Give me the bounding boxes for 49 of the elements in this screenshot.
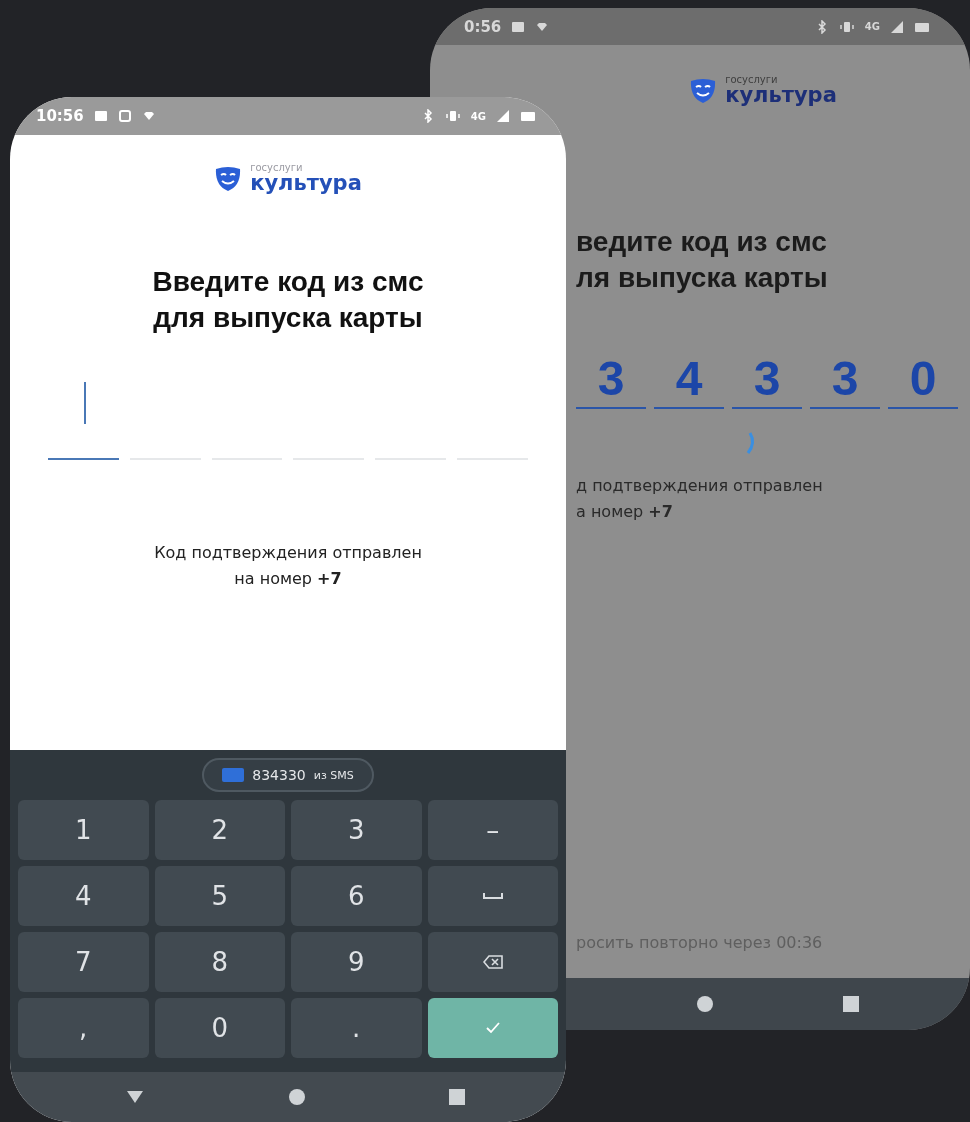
space-icon xyxy=(482,892,503,900)
key[interactable]: . xyxy=(291,998,422,1058)
key[interactable]: 8 xyxy=(154,932,285,992)
key[interactable]: 3 xyxy=(291,800,422,860)
heading-text: для выпуска карты xyxy=(152,301,424,335)
home-circle-icon[interactable] xyxy=(696,995,714,1013)
sms-code-suggestion[interactable]: 834330 из SMS xyxy=(202,758,374,792)
code-digit-field[interactable] xyxy=(48,382,119,460)
enter-key[interactable] xyxy=(427,998,558,1058)
key[interactable]: 6 xyxy=(291,866,422,926)
message-text: Код подтверждения отправлен xyxy=(154,542,422,564)
logo-caption: госуслуги xyxy=(250,163,304,173)
mask-icon xyxy=(689,77,718,104)
status-time: 10:56 xyxy=(36,107,84,125)
space-key[interactable] xyxy=(427,866,558,926)
key[interactable]: 7 xyxy=(18,932,149,992)
key[interactable]: 5 xyxy=(154,866,285,926)
key[interactable]: 1 xyxy=(18,800,149,860)
recents-square-icon[interactable] xyxy=(448,1088,466,1106)
message-text: а номер +7 xyxy=(576,501,674,523)
home-circle-icon[interactable] xyxy=(287,1088,306,1106)
checkmark-icon xyxy=(485,1022,500,1034)
logo-caption: госуслуги xyxy=(725,75,779,85)
signal-icon xyxy=(890,19,904,34)
message-text: д подтверждения отправлен xyxy=(576,475,824,497)
logo-name: культура xyxy=(250,173,362,194)
heading-text: ведите код из смс xyxy=(576,225,828,259)
mask-icon xyxy=(214,165,243,192)
battery-icon xyxy=(520,109,536,123)
vibrate-icon xyxy=(444,109,461,123)
key[interactable]: , xyxy=(18,998,149,1058)
heading-text: ля выпуска карты xyxy=(576,261,829,295)
key[interactable]: 4 xyxy=(18,866,149,926)
backspace-key[interactable] xyxy=(427,932,558,992)
recents-square-icon[interactable] xyxy=(842,995,860,1013)
logo-name: культура xyxy=(725,85,837,106)
network-label: 4G xyxy=(470,110,486,122)
signal-icon xyxy=(496,109,510,123)
key[interactable]: 0 xyxy=(154,998,285,1058)
backspace-icon xyxy=(482,955,503,969)
status-time: 0:56 xyxy=(464,17,502,36)
key[interactable]: – xyxy=(427,800,558,860)
network-label: 4G xyxy=(864,21,880,32)
key[interactable]: 9 xyxy=(291,932,422,992)
key[interactable]: 2 xyxy=(154,800,285,860)
message-text: на номер +7 xyxy=(234,568,342,590)
square-icon xyxy=(117,109,132,123)
vibrate-icon xyxy=(838,19,855,34)
heading-text: Введите код из смс xyxy=(151,265,425,299)
